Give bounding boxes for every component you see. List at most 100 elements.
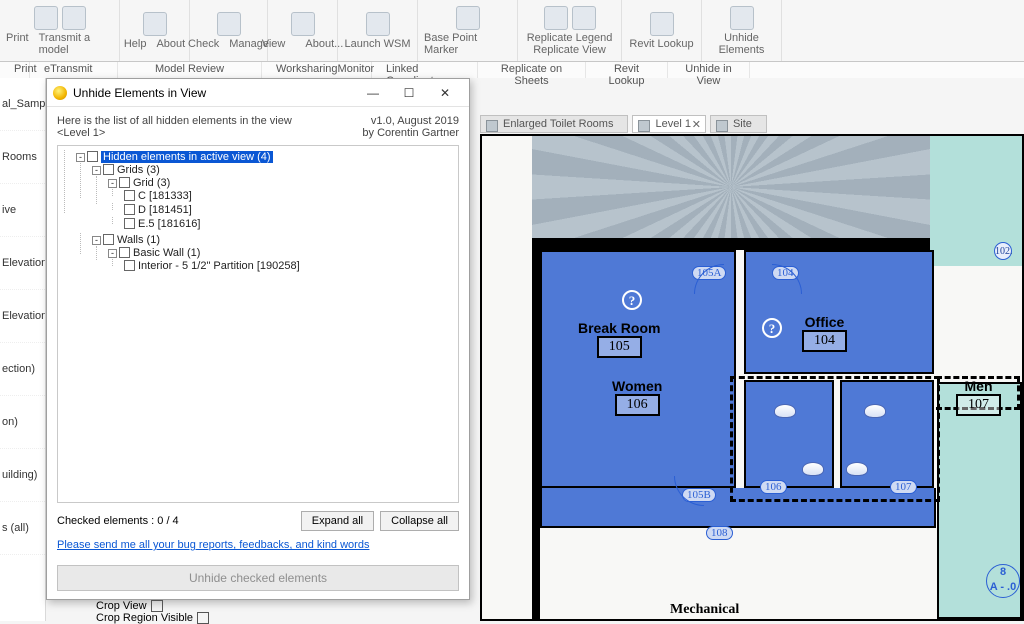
room-number: 106 [615, 394, 660, 416]
unhide-button[interactable]: Unhide checked elements [57, 565, 459, 591]
browser-item[interactable]: Elevation) [0, 290, 45, 343]
ribbon-label[interactable]: Check [188, 38, 219, 50]
wsm-icon[interactable] [366, 12, 390, 36]
checkbox[interactable] [124, 190, 135, 201]
checkbox[interactable] [119, 247, 130, 258]
help-icon[interactable] [143, 12, 167, 36]
tree-leaf[interactable]: E.5 [181616] [138, 218, 200, 230]
ribbon-label[interactable]: Help [124, 38, 147, 50]
print-icon[interactable] [34, 6, 58, 30]
collapse-icon[interactable]: - [92, 166, 101, 175]
panel-label: Replicate on Sheets [478, 62, 586, 78]
tree-node[interactable]: Basic Wall (1) [133, 247, 200, 259]
collapse-icon[interactable]: - [76, 153, 85, 162]
dialog-footer: Checked elements : 0 / 4 Expand all Coll… [47, 503, 469, 559]
author-text: by Corentin Gartner [362, 127, 459, 139]
tab-site[interactable]: Site [710, 115, 767, 133]
minimize-button[interactable]: — [355, 82, 391, 104]
browser-item[interactable]: al_Sampl [0, 78, 45, 131]
checkbox[interactable] [103, 234, 114, 245]
replicate-icon[interactable] [544, 6, 568, 30]
room-label: Break Room [578, 320, 660, 336]
toilet-icon [864, 404, 886, 418]
tree-view[interactable]: -Hidden elements in active view (4) -Gri… [57, 145, 459, 503]
tree-node[interactable]: Grid (3) [133, 177, 170, 189]
tab-label: Enlarged Toilet Rooms [503, 118, 613, 130]
wall [532, 242, 930, 250]
view-icon[interactable] [291, 12, 315, 36]
panel-label: Model Review [118, 62, 262, 78]
ribbon-label[interactable]: Transmit a model [39, 32, 113, 56]
ribbon-label[interactable]: View [262, 38, 286, 50]
ribbon-label[interactable]: Replicate View [527, 44, 613, 56]
browser-item[interactable]: uilding) [0, 449, 45, 502]
feedback-link[interactable]: Please send me all your bug reports, fee… [57, 539, 369, 551]
transmit-icon[interactable] [62, 6, 86, 30]
checkbox[interactable] [151, 600, 163, 612]
maximize-button[interactable]: ☐ [391, 82, 427, 104]
drawing-canvas[interactable]: 10 10 10 10 10 10 102. ? ? 105A 104 105B… [480, 134, 1024, 621]
bulb-icon [53, 86, 67, 100]
tree-leaf[interactable]: C [181333] [138, 190, 192, 202]
room-number: 105 [597, 336, 642, 358]
tab-enlarged-toilet[interactable]: Enlarged Toilet Rooms [480, 115, 628, 133]
prop-label: Crop Region Visible [96, 612, 193, 624]
panel-label: Unhide in View [668, 62, 750, 78]
checkbox[interactable] [124, 204, 135, 215]
dialog-header: Here is the list of all hidden elements … [47, 107, 469, 145]
basepoint-icon[interactable] [456, 6, 480, 30]
check-icon[interactable] [217, 12, 241, 36]
replicate-icon[interactable] [572, 6, 596, 30]
tab-level1[interactable]: Level 1✕ [632, 115, 705, 133]
checkbox[interactable] [124, 218, 135, 229]
checkbox[interactable] [197, 612, 209, 624]
browser-item[interactable]: ection) [0, 343, 45, 396]
tree-leaf[interactable]: D [181451] [138, 204, 192, 216]
ribbon-label[interactable]: Unhide Elements [708, 32, 775, 56]
sink-icon [846, 462, 868, 476]
browser-item[interactable]: Rooms [0, 131, 45, 184]
properties-rows: Crop View Crop Region Visible [96, 600, 209, 624]
collapse-icon[interactable]: - [108, 179, 117, 188]
browser-item[interactable]: ive [0, 184, 45, 237]
door-tag[interactable]: 106 [760, 480, 787, 494]
expand-all-button[interactable]: Expand all [301, 511, 374, 531]
tree-node[interactable]: Walls (1) [117, 234, 160, 246]
tab-label: Site [733, 118, 752, 130]
titlebar[interactable]: Unhide Elements in View — ☐ ✕ [47, 79, 469, 107]
browser-item[interactable]: Elevation [0, 237, 45, 290]
door-tag[interactable]: 108 [706, 526, 733, 540]
ribbon-label[interactable]: About [156, 38, 185, 50]
checkbox[interactable] [103, 164, 114, 175]
collapse-icon[interactable]: - [92, 236, 101, 245]
tree-node[interactable]: Grids (3) [117, 164, 160, 176]
collapse-all-button[interactable]: Collapse all [380, 511, 459, 531]
panel-label: Linked Coordinates [372, 62, 478, 78]
door-tag[interactable]: 107 [890, 480, 917, 494]
checkbox[interactable] [124, 260, 135, 271]
tree-root[interactable]: Hidden elements in active view (4) [101, 151, 273, 163]
grid-head[interactable]: 102. [994, 242, 1012, 260]
toilet-icon [774, 404, 796, 418]
ribbon-label[interactable]: Print [6, 32, 29, 56]
detail-bubble[interactable]: 8 [1000, 566, 1006, 578]
ribbon-label[interactable]: Launch WSM [344, 38, 410, 50]
ribbon-label[interactable]: Base Point Marker [424, 32, 511, 56]
browser-item[interactable]: on) [0, 396, 45, 449]
browser-item[interactable]: s (all) [0, 502, 45, 555]
ribbon-label[interactable]: Replicate Legend [527, 32, 613, 44]
checkbox[interactable] [87, 151, 98, 162]
ribbon-label[interactable]: Revit Lookup [629, 38, 693, 50]
wall [532, 242, 540, 621]
detail-bubble[interactable]: A - .0 [990, 581, 1017, 593]
checkbox[interactable] [119, 177, 130, 188]
close-icon[interactable]: ✕ [692, 118, 701, 131]
lookup-icon[interactable] [650, 12, 674, 36]
close-button[interactable]: ✕ [427, 82, 463, 104]
project-browser[interactable]: al_Sampl Rooms ive Elevation Elevation) … [0, 78, 46, 621]
collapse-icon[interactable]: - [108, 249, 117, 258]
window-title: Unhide Elements in View [73, 86, 355, 100]
tree-leaf[interactable]: Interior - 5 1/2" Partition [190258] [138, 260, 300, 272]
checked-count: Checked elements : 0 / 4 [57, 515, 179, 527]
unhide-icon[interactable] [730, 6, 754, 30]
